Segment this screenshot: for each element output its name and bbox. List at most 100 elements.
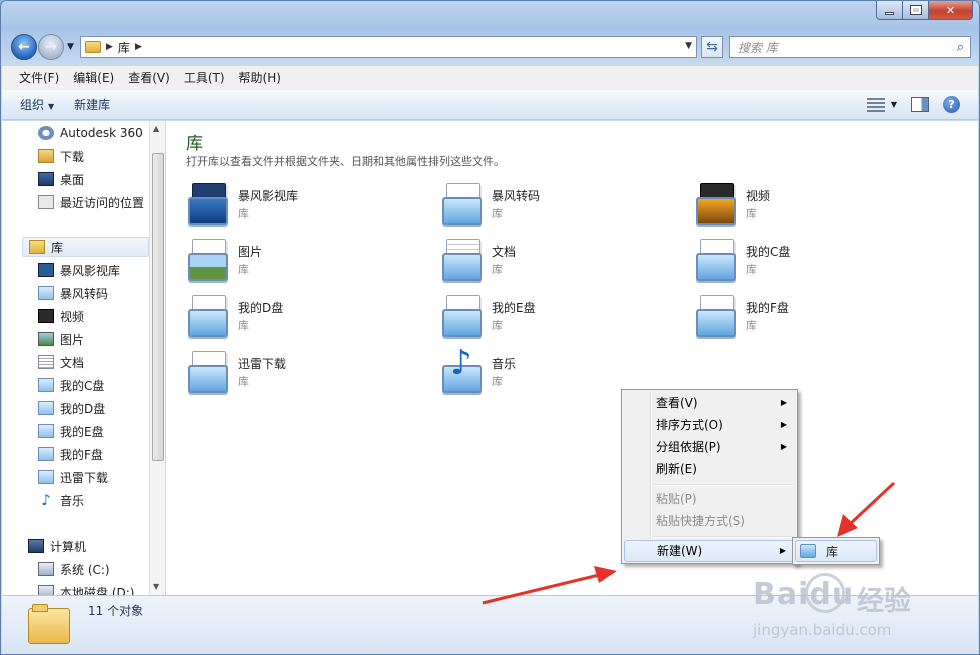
library-item[interactable]: 文档 库 bbox=[440, 237, 670, 287]
nav-item-library[interactable]: 我的F盘 bbox=[38, 444, 103, 464]
menu-item-refresh[interactable]: 刷新(E) bbox=[624, 458, 795, 480]
submenu-item-library[interactable]: 库 bbox=[795, 540, 877, 562]
breadcrumb-separator-icon[interactable]: ▶ bbox=[135, 42, 142, 52]
menu-item-new[interactable]: 新建(W) ▶ bbox=[624, 540, 795, 562]
menu-item-label: 排序方式(O) bbox=[656, 418, 723, 432]
library-type: 库 bbox=[492, 375, 503, 388]
nav-label: 桌面 bbox=[60, 172, 85, 187]
search-placeholder: 搜索 库 bbox=[738, 40, 778, 55]
menu-item-sort-by[interactable]: 排序方式(O) ▶ bbox=[624, 414, 795, 436]
nav-item-autodesk-360[interactable]: Autodesk 360 bbox=[38, 123, 143, 143]
nav-item-library[interactable]: 我的D盘 bbox=[38, 398, 105, 418]
close-button[interactable]: ✕ bbox=[929, 1, 973, 20]
nav-item-drive[interactable]: 系统 (C:) bbox=[38, 559, 110, 579]
library-name: 暴风影视库 bbox=[238, 189, 299, 203]
help-icon[interactable]: ? bbox=[943, 96, 960, 113]
address-bar[interactable]: ▶ 库 ▶ ▼ bbox=[80, 36, 697, 58]
library-item[interactable]: 视频 库 bbox=[694, 181, 924, 231]
scroll-up-icon[interactable]: ▲ bbox=[153, 124, 159, 133]
organize-button[interactable]: 组织 ▼ bbox=[20, 96, 54, 113]
menu-separator bbox=[654, 484, 793, 486]
nav-item-desktop[interactable]: 桌面 bbox=[38, 169, 84, 189]
menu-separator bbox=[654, 536, 793, 538]
menu-item-label: 新建(W) bbox=[657, 544, 703, 558]
menu-view[interactable]: 查看(V) bbox=[121, 66, 177, 91]
new-library-button[interactable]: 新建库 bbox=[74, 96, 110, 113]
menu-item-paste-shortcut[interactable]: 粘贴快捷方式(S) bbox=[624, 510, 795, 532]
nav-item-downloads[interactable]: 下载 bbox=[38, 146, 84, 166]
menu-item-paste[interactable]: 粘贴(P) bbox=[624, 488, 795, 510]
nav-label: 我的D盘 bbox=[60, 401, 106, 416]
library-item[interactable]: 我的F盘 库 bbox=[694, 293, 924, 343]
nav-item-libraries[interactable]: 库 bbox=[22, 237, 149, 257]
nav-label: 图片 bbox=[60, 332, 85, 347]
scroll-thumb[interactable] bbox=[152, 153, 164, 461]
navigation-pane: Autodesk 360 下载 桌面 最近访问的位置 库 暴风影视库 暴风转码 … bbox=[2, 121, 165, 595]
library-name: 音乐 bbox=[492, 357, 517, 371]
nav-item-library[interactable]: ♪ 音乐 bbox=[38, 490, 84, 510]
item-count: 11 个对象 bbox=[88, 604, 144, 618]
library-icon bbox=[38, 401, 54, 415]
library-icon bbox=[440, 293, 486, 339]
page-title: 库 bbox=[186, 134, 203, 154]
nav-item-library[interactable]: 我的C盘 bbox=[38, 375, 104, 395]
breadcrumb-separator-icon[interactable]: ▶ bbox=[106, 42, 113, 52]
view-options-icon bbox=[866, 97, 885, 112]
library-item[interactable]: 我的E盘 库 bbox=[440, 293, 670, 343]
minimize-button[interactable] bbox=[876, 1, 903, 20]
library-name: 我的C盘 bbox=[746, 245, 791, 259]
libraries-folder-icon bbox=[29, 240, 45, 254]
close-icon: ✕ bbox=[945, 3, 956, 17]
library-icon bbox=[38, 424, 54, 438]
library-type: 库 bbox=[492, 263, 503, 276]
address-dropdown-icon[interactable]: ▼ bbox=[685, 41, 692, 51]
library-item[interactable]: 迅雷下载 库 bbox=[186, 349, 416, 399]
nav-item-library[interactable]: 暴风影视库 bbox=[38, 260, 120, 280]
library-item[interactable]: 暴风影视库 库 bbox=[186, 181, 416, 231]
back-button[interactable]: ← bbox=[11, 34, 37, 60]
library-icon bbox=[38, 447, 54, 461]
nav-label: 文档 bbox=[60, 355, 85, 370]
nav-item-library[interactable]: 我的E盘 bbox=[38, 421, 104, 441]
library-item[interactable]: 暴风转码 库 bbox=[440, 181, 670, 231]
library-icon bbox=[694, 237, 740, 283]
library-item[interactable]: 我的D盘 库 bbox=[186, 293, 416, 343]
nav-scrollbar[interactable]: ▲ ▼ bbox=[149, 121, 165, 595]
nav-item-library[interactable]: 迅雷下载 bbox=[38, 467, 108, 487]
library-name: 暴风转码 bbox=[492, 189, 541, 203]
menu-edit[interactable]: 编辑(E) bbox=[66, 66, 121, 91]
page-description: 打开库以查看文件并根据文件夹、日期和其他属性排列这些文件。 bbox=[186, 155, 505, 168]
preview-pane-icon[interactable] bbox=[911, 97, 929, 112]
nav-item-library[interactable]: 图片 bbox=[38, 329, 84, 349]
menu-tools[interactable]: 工具(T) bbox=[177, 66, 232, 91]
menu-item-group-by[interactable]: 分组依据(P) ▶ bbox=[624, 436, 795, 458]
nav-label: 库 bbox=[51, 240, 64, 255]
nav-item-drive[interactable]: 本地磁盘 (D:) bbox=[38, 582, 134, 595]
chevron-down-icon: ▼ bbox=[48, 102, 55, 111]
search-icon[interactable]: ⌕ bbox=[957, 40, 964, 55]
forward-button[interactable]: → bbox=[38, 34, 64, 60]
nav-item-library[interactable]: 文档 bbox=[38, 352, 84, 372]
maximize-button[interactable] bbox=[903, 1, 929, 20]
nav-item-computer[interactable]: 计算机 bbox=[28, 536, 86, 556]
library-icon bbox=[38, 378, 54, 392]
library-item[interactable]: 我的C盘 库 bbox=[694, 237, 924, 287]
nav-label: 最近访问的位置 bbox=[60, 195, 145, 210]
nav-label: 计算机 bbox=[50, 539, 87, 554]
scroll-down-icon[interactable]: ▼ bbox=[153, 582, 159, 591]
history-dropdown-icon[interactable]: ▼ bbox=[67, 42, 74, 52]
forward-arrow-icon: → bbox=[45, 39, 57, 55]
search-input[interactable]: 搜索 库 ⌕ bbox=[729, 36, 971, 58]
library-item[interactable]: 图片 库 bbox=[186, 237, 416, 287]
breadcrumb-library[interactable]: 库 bbox=[118, 39, 130, 56]
recent-places-icon bbox=[38, 195, 54, 209]
nav-item-recent-places[interactable]: 最近访问的位置 bbox=[38, 192, 144, 212]
refresh-button[interactable]: ⇆ bbox=[701, 36, 723, 58]
baidu-jingyan-watermark: Baidu 经验 jingyan.baidu.com bbox=[753, 571, 973, 651]
nav-item-library[interactable]: 暴风转码 bbox=[38, 283, 108, 303]
menu-file[interactable]: 文件(F) bbox=[12, 66, 66, 91]
change-view-button[interactable]: ▼ bbox=[866, 97, 897, 112]
nav-item-library[interactable]: 视频 bbox=[38, 306, 84, 326]
menu-item-view[interactable]: 查看(V) ▶ bbox=[624, 392, 795, 414]
menu-help[interactable]: 帮助(H) bbox=[232, 66, 288, 91]
